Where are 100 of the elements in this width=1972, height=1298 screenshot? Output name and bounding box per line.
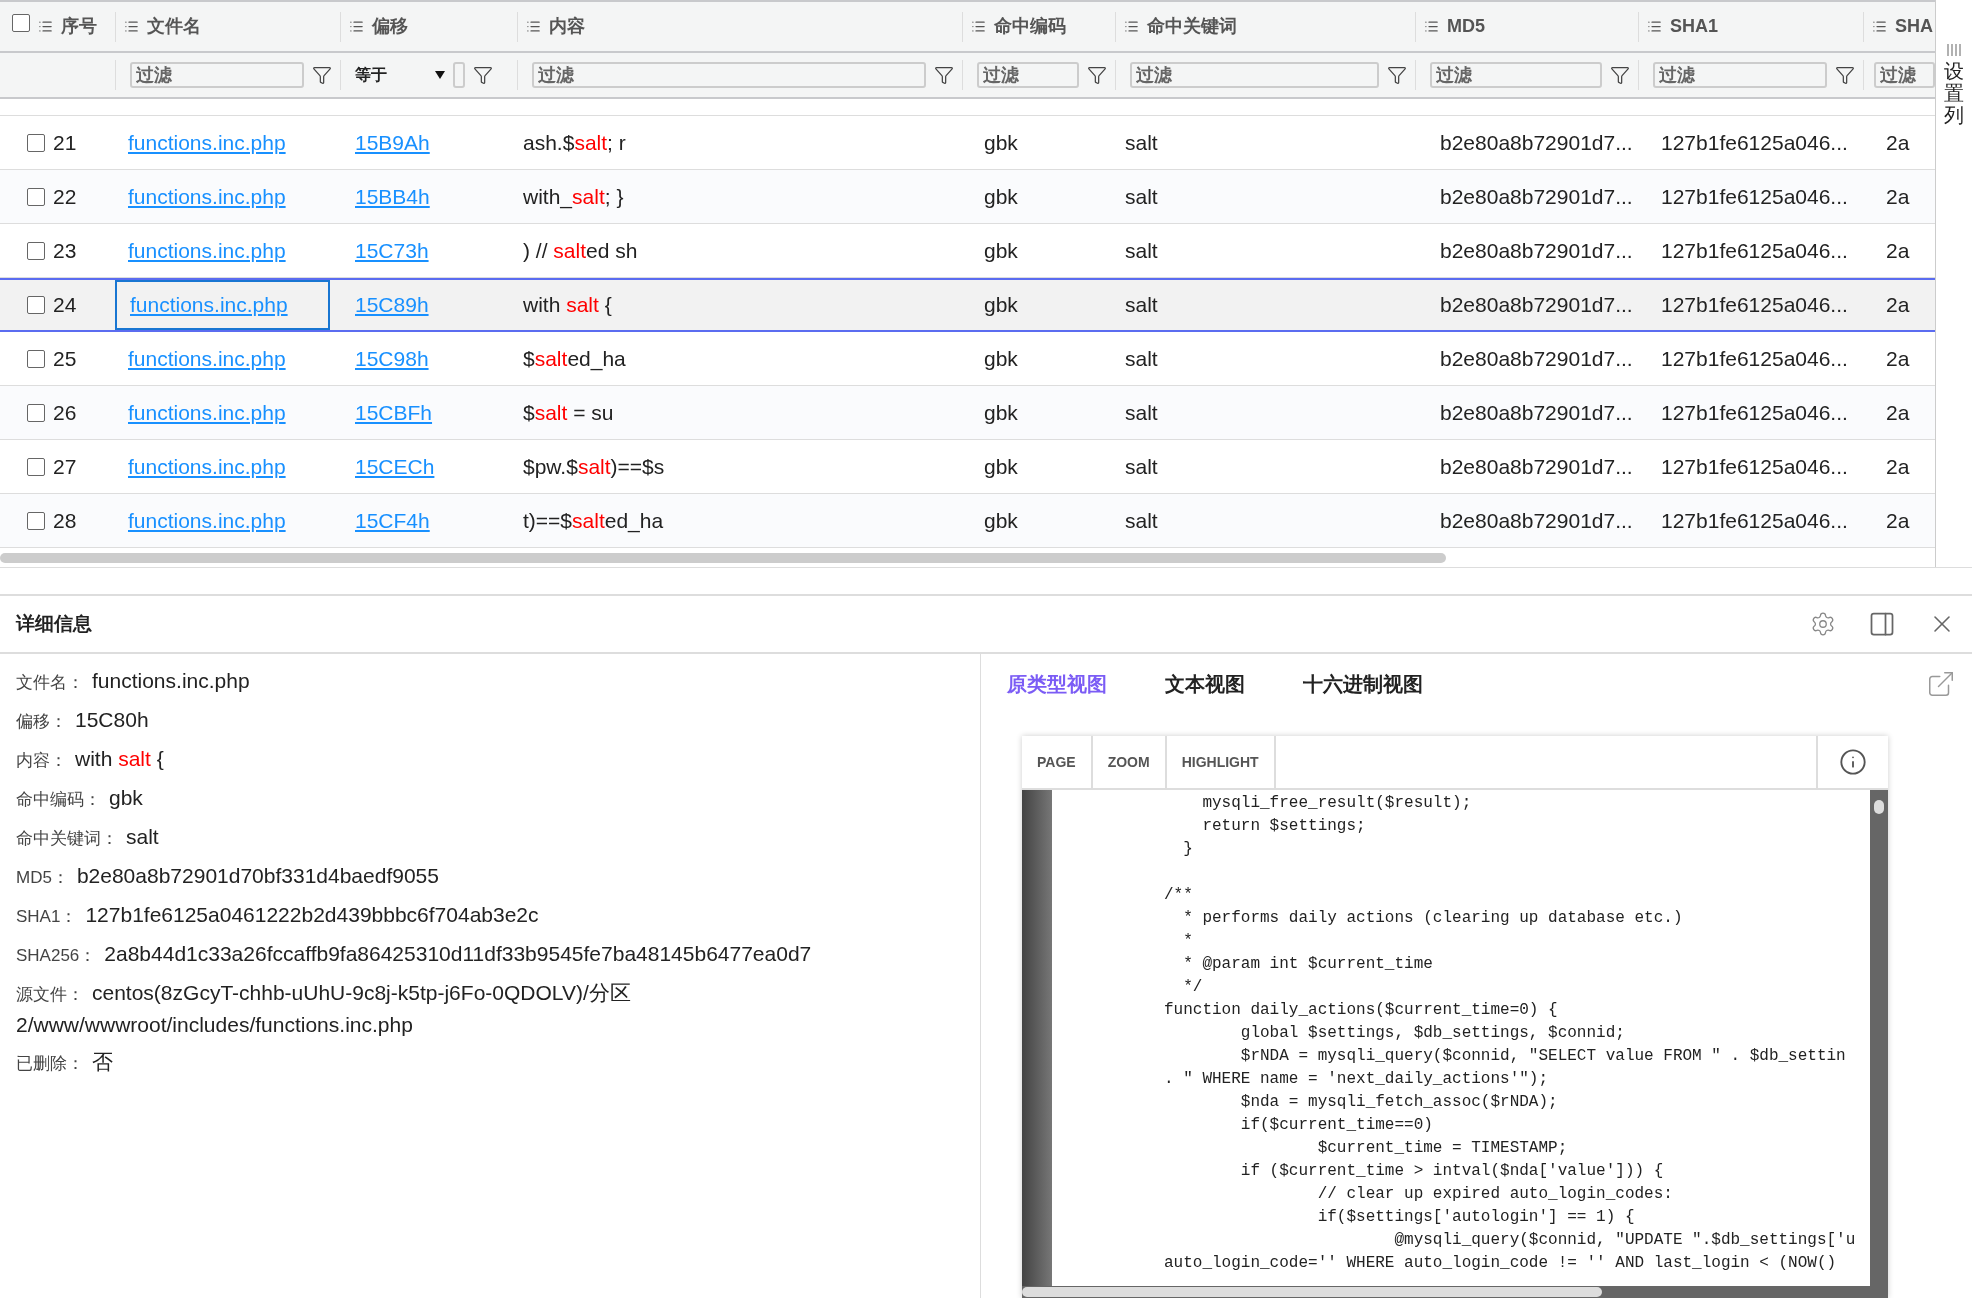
operator-select[interactable]: 等于 [355,63,445,87]
caret-icon [435,71,445,79]
row-number: 21 [53,129,77,156]
scrollbar-track[interactable] [1022,1286,1888,1298]
row-number: 27 [53,453,77,480]
detail-field: 源文件： centos(8zGcyT-chhb-uUhU-9c8j-k5tp-j6Fo-0QDOLV)/分区 2/www/wwwroot/includes/functions.inc.php [16,978,916,1040]
table-cell: 127b1fe6125a046... [1661,454,1848,478]
settings-icon[interactable] [1810,611,1836,637]
checkbox[interactable] [27,403,45,422]
table-cell: salt [1125,238,1158,262]
column-menu-icon[interactable] [526,19,541,34]
checkbox[interactable] [27,133,45,152]
table-cell: salt [1125,293,1158,317]
checkbox[interactable] [27,296,45,314]
scrollbar-thumb[interactable] [1874,800,1884,814]
table-cell: b2e80a8b72901d7... [1440,238,1633,262]
filter-field[interactable]: 过滤 [1430,62,1602,88]
detail-field: 文件名： functions.inc.php [16,666,916,698]
table-cell: b2e80a8b72901d7... [1440,454,1633,478]
filter-icon[interactable] [934,65,954,85]
table-cell: b2e80a8b72901d7... [1440,130,1633,154]
table-cell: gbk [984,454,1018,478]
table-cell: salt [1125,400,1158,424]
checkbox[interactable] [27,457,45,476]
table-cell: 127b1fe6125a046... [1661,238,1848,262]
panel-icon[interactable] [1868,610,1896,638]
content-cell: ) // salted sh [523,238,638,262]
table-cell: b2e80a8b72901d7... [1440,400,1633,424]
detail-field: MD5： b2e80a8b72901d70bf331d4baedf9055 [16,861,916,893]
table-cell: gbk [984,508,1018,532]
column-menu-icon[interactable] [971,19,986,34]
filter-icon[interactable] [473,65,493,85]
checkbox[interactable] [27,511,45,530]
toolbar-button[interactable]: ZOOM [1092,736,1167,788]
column-header[interactable]: SHA1 [1670,13,1718,40]
column-header[interactable]: 命中编码 [994,13,1066,40]
column-header[interactable]: 偏移 [372,13,408,40]
table-cell: gbk [984,293,1018,317]
column-header[interactable]: 内容 [549,13,585,40]
content-cell: $pw.$salt)==$s [523,454,665,478]
filter-icon[interactable] [1087,65,1107,85]
column-header[interactable]: 命中关键词 [1147,13,1237,40]
filter-field[interactable]: 过滤 [1130,62,1379,88]
checkbox[interactable] [27,187,45,206]
table-cell: 2a [1886,293,1910,317]
column-menu-icon[interactable] [1647,19,1662,34]
filter-field[interactable]: 过滤 [130,62,304,88]
detail-field: 命中关键词： salt [16,822,916,854]
code-line: @mysqli_query($connid, "UPDATE ".$db_settings['u [1393,1230,1857,1251]
table-cell: 127b1fe6125a046... [1661,130,1848,154]
code-line: } [1182,839,1194,860]
filter-field[interactable]: 过滤 [1653,62,1827,88]
filter-icon[interactable] [1835,65,1855,85]
code-line: function daily_actions($current_time=0) { [1164,1000,1559,1021]
table-cell: 2a [1886,346,1910,370]
row-number: 26 [53,399,77,426]
info-icon[interactable] [1839,748,1867,776]
table-cell: b2e80a8b72901d7... [1440,293,1633,317]
filter-field[interactable] [453,62,465,88]
code-line: $current_time = TIMESTAMP; [1316,1138,1569,1159]
table-cell: gbk [984,130,1018,154]
table-cell: 2a [1886,454,1910,478]
column-header[interactable]: 序号 [61,13,97,40]
table-row[interactable]: 22 functions.inc.php 15BB4h with_salt; } gbk salt b2e80a8b72901d7... 127b1fe6125a046... 2a [0,170,1935,224]
column-menu-icon[interactable] [1424,19,1439,34]
checkbox[interactable] [27,349,45,368]
toolbar-button[interactable]: HIGHLIGHT [1166,736,1276,788]
horizontal-scrollbar[interactable] [1022,1287,1602,1297]
column-header[interactable]: 文件名 [147,13,201,40]
view-tab[interactable]: 文本视图 [1165,669,1245,699]
column-menu-icon[interactable] [124,19,139,34]
code-line: * performs daily actions (clearing up database etc.) [1182,908,1684,929]
column-header[interactable]: MD5 [1447,13,1485,40]
code-line: mysqli_free_result($result); [1201,793,1473,814]
table-row[interactable]: 24 functions.inc.php 15C89h with salt { gbk salt b2e80a8b72901d7... 127b1fe6125a046... 2a [0,278,1935,332]
view-tab[interactable]: 十六进制视图 [1303,669,1423,699]
view-tab[interactable]: 原类型视图 [1007,669,1107,699]
filter-icon[interactable] [312,65,332,85]
content-cell: t)==$salted_ha [523,508,664,532]
details-title: 详细信息 [16,611,93,636]
table-row[interactable]: 26 functions.inc.php 15CBFh $salt = su gbk salt b2e80a8b72901d7... 127b1fe6125a046... 2a [0,386,1935,440]
filter-icon[interactable] [1610,65,1630,85]
column-header[interactable]: SHA [1895,13,1933,40]
code-line: global $settings, $db_settings, $connid; [1239,1023,1626,1044]
table-cell: 127b1fe6125a046... [1661,184,1848,208]
checkbox[interactable] [27,241,45,260]
detail-field: 偏移： 15C80h [16,705,916,737]
table-row[interactable]: 28 functions.inc.php 15CF4h t)==$salted_ha gbk salt b2e80a8b72901d7... 127b1fe6125a046... 2a [0,494,1935,548]
column-menu-icon[interactable] [1124,19,1139,34]
filter-field[interactable]: 过滤 [977,62,1079,88]
horizontal-scrollbar[interactable] [0,553,1446,563]
filter-field[interactable]: 过滤 [1874,62,1935,88]
filter-field[interactable]: 过滤 [532,62,926,88]
checkbox[interactable] [12,14,30,32]
column-menu-icon[interactable] [38,19,53,34]
external-link-icon[interactable] [1926,669,1956,699]
toolbar-button[interactable]: PAGE [1022,736,1093,788]
filter-icon[interactable] [1387,65,1407,85]
column-menu-icon[interactable] [349,19,364,34]
column-menu-icon[interactable] [1872,19,1887,34]
